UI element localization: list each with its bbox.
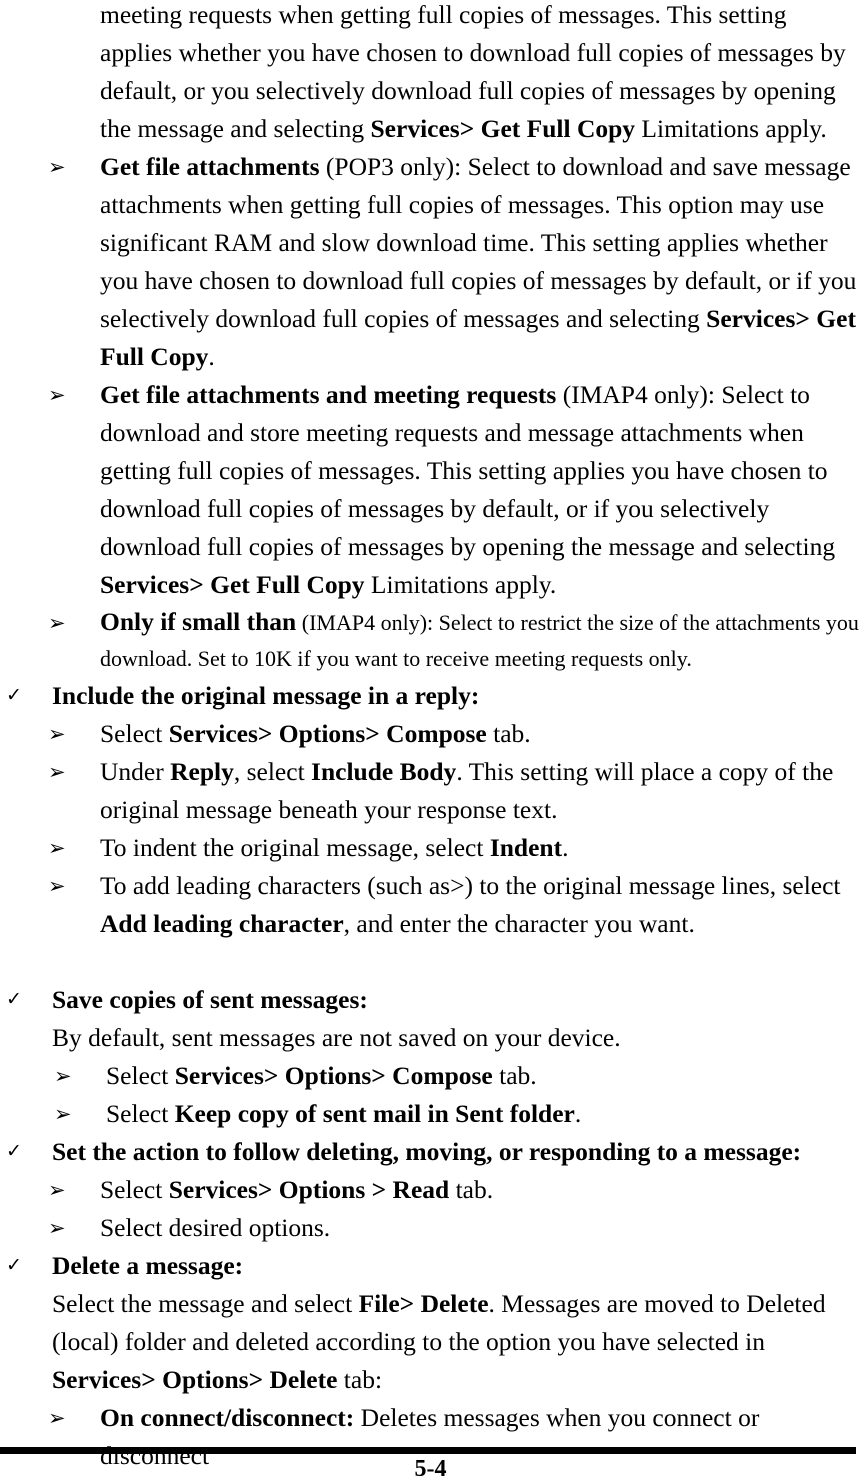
body-tail-text: tab: xyxy=(337,1365,383,1394)
bullet-tail-text: Limitations apply. xyxy=(364,570,557,599)
step-lead-text: Select desired options. xyxy=(100,1213,331,1242)
step-bold-ref: Services> Options > Read xyxy=(168,1175,450,1204)
list-item-step: ➢ Select Services> Options > Read tab. xyxy=(0,1171,865,1209)
step-bold-ref: Services> Options> Compose xyxy=(174,1061,493,1090)
step-bold-ref: Reply xyxy=(170,757,234,786)
section-heading-label: Save copies of sent messages: xyxy=(52,985,368,1014)
page-content: meeting requests when getting full copie… xyxy=(0,0,865,1475)
chevron-bullet-icon: ➢ xyxy=(48,760,66,784)
chevron-bullet-icon: ➢ xyxy=(48,155,66,179)
step-bold-ref: Add leading character xyxy=(100,909,344,938)
step-tail-text: . xyxy=(574,1099,582,1128)
section-body-save-copies: By default, sent messages are not saved … xyxy=(52,1023,621,1052)
section-heading-label: Delete a message: xyxy=(52,1251,244,1280)
document-page: meeting requests when getting full copie… xyxy=(0,0,865,1484)
chevron-bullet-icon: ➢ xyxy=(48,383,66,407)
list-item-step: ➢ Select Keep copy of sent mail in Sent … xyxy=(0,1095,865,1133)
step-lead-text: Select xyxy=(100,719,169,748)
step-bold-ref: Services> Options> Compose xyxy=(168,719,487,748)
page-number: 5-4 xyxy=(414,1456,447,1482)
chevron-bullet-icon: ➢ xyxy=(54,1102,72,1126)
paragraph-continued-tail: Limitations apply. xyxy=(635,114,827,143)
chevron-bullet-icon: ➢ xyxy=(48,722,66,746)
list-item-get-file-attachments-and-meeting-requests: ➢ Get file attachments and meeting reque… xyxy=(0,376,865,604)
section-heading-delete-a-message: ✓ Delete a message: xyxy=(0,1247,865,1285)
section-heading-include-original-message: ✓ Include the original message in a repl… xyxy=(0,677,865,715)
step-tail-text: tab. xyxy=(449,1175,494,1204)
step-bold-ref-2: Include Body xyxy=(311,757,457,786)
step-lead-text: Select xyxy=(106,1061,175,1090)
section-heading-label: Set the action to follow deleting, movin… xyxy=(52,1137,802,1166)
list-item-only-if-small-than: ➢ Only if small than (IMAP4 only): Selec… xyxy=(0,604,865,677)
list-item-step: ➢ Under Reply, select Include Body. This… xyxy=(0,753,865,829)
checkmark-bullet-icon: ✓ xyxy=(6,1255,22,1276)
bullet-tail-text: . xyxy=(208,342,215,371)
step-tail-text: tab. xyxy=(486,719,531,748)
footer-divider xyxy=(0,1447,856,1454)
checkmark-bullet-icon: ✓ xyxy=(6,685,22,706)
bullet-lead-label: Get file attachments xyxy=(100,152,320,181)
chevron-bullet-icon: ➢ xyxy=(48,1178,66,1202)
step-lead-text: To add leading characters (such as>) to … xyxy=(100,871,841,900)
bullet-lead-label: Only if small than xyxy=(100,607,297,636)
checkmark-bullet-icon: ✓ xyxy=(6,1141,22,1162)
body-bold-ref-2: Services> Options> Delete xyxy=(52,1365,338,1394)
step-lead-text: To indent the original message, select xyxy=(100,833,490,862)
chevron-bullet-icon: ➢ xyxy=(48,1406,66,1430)
bullet-lead-label: Get file attachments and meeting request… xyxy=(100,380,557,409)
step-bold-ref: Keep copy of sent mail in Sent folder xyxy=(174,1099,575,1128)
list-item-step: ➢ Select desired options. xyxy=(0,1209,865,1247)
step-tail-text: . xyxy=(562,833,569,862)
chevron-bullet-icon: ➢ xyxy=(48,1216,66,1240)
step-mid-text: , select xyxy=(233,757,312,786)
section-heading-set-action: ✓ Set the action to follow deleting, mov… xyxy=(0,1133,865,1171)
step-lead-text: Select xyxy=(100,1175,169,1204)
bullet-lead-label: On connect/disconnect: xyxy=(100,1403,355,1432)
step-bold-ref: Indent xyxy=(489,833,563,862)
list-item-step: ➢ To add leading characters (such as>) t… xyxy=(0,867,865,943)
step-lead-text: Select xyxy=(106,1099,175,1128)
list-item-step: ➢ To indent the original message, select… xyxy=(0,829,865,867)
checkmark-bullet-icon: ✓ xyxy=(6,989,22,1010)
body-lead-text: Select the message and select xyxy=(52,1289,359,1318)
body-bold-ref: File> Delete xyxy=(358,1289,489,1318)
paragraph-continued: meeting requests when getting full copie… xyxy=(0,0,865,148)
section-heading-label: Include the original message in a reply: xyxy=(52,681,480,710)
step-tail-text: , and enter the character you want. xyxy=(343,909,695,938)
step-lead-text: Under xyxy=(100,757,171,786)
list-item-step: ➢ Select Services> Options> Compose tab. xyxy=(0,1057,865,1095)
step-tail-text: tab. xyxy=(492,1061,537,1090)
bullet-bold-ref: Services> Get Full Copy xyxy=(100,570,365,599)
chevron-bullet-icon: ➢ xyxy=(48,874,66,898)
list-item-get-file-attachments: ➢ Get file attachments (POP3 only): Sele… xyxy=(0,148,865,376)
paragraph-continued-bold-ref: Services> Get Full Copy xyxy=(370,114,636,143)
section-heading-save-copies-of-sent-messages: ✓ Save copies of sent messages: xyxy=(0,981,865,1019)
chevron-bullet-icon: ➢ xyxy=(54,1064,72,1088)
list-item-step: ➢ Select Services> Options> Compose tab. xyxy=(0,715,865,753)
chevron-bullet-icon: ➢ xyxy=(48,836,66,860)
section-body-delete-a-message: Select the message and select File> Dele… xyxy=(0,1285,865,1399)
chevron-bullet-icon: ➢ xyxy=(48,611,66,635)
